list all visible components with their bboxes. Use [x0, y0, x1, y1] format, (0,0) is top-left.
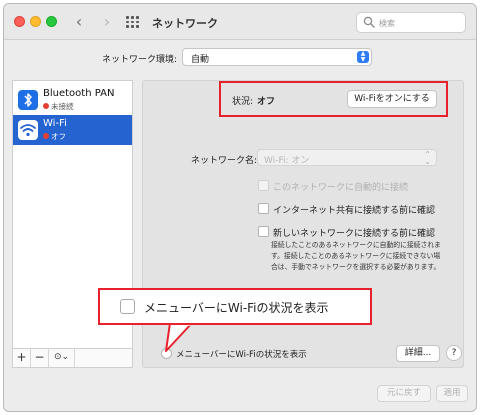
- location-value: 自動: [191, 55, 210, 65]
- status-highlight-box: [219, 81, 448, 117]
- callout-checkbox: [120, 299, 135, 314]
- search-input[interactable]: [379, 16, 459, 30]
- wifi-icon: [18, 120, 38, 140]
- ask-new-network-checkbox[interactable]: [258, 226, 269, 237]
- remove-service-button[interactable]: −: [31, 349, 49, 367]
- revert-button[interactable]: 元に戻す: [377, 385, 431, 402]
- ask-hotspot-checkbox[interactable]: [258, 203, 269, 214]
- service-name: Wi-Fi: [43, 118, 67, 129]
- service-list-toolbar: + − ⊙⌄: [12, 348, 133, 368]
- search-field[interactable]: [356, 12, 466, 33]
- add-service-button[interactable]: +: [13, 349, 31, 367]
- close-window-button[interactable]: [14, 16, 25, 27]
- zoomed-callout: メニューバーにWi-Fiの状況を表示: [98, 288, 372, 325]
- back-icon[interactable]: ‹: [69, 12, 89, 32]
- service-status: オフ: [51, 132, 66, 141]
- up-down-arrows-icon: ▲ ▼: [357, 51, 369, 63]
- service-item-wifi[interactable]: Wi-Fi オフ: [13, 115, 132, 145]
- zoom-window-button[interactable]: [46, 16, 57, 27]
- network-name-select[interactable]: Wi-Fi: オン ⌃ ⌄: [257, 149, 437, 166]
- bluetooth-icon: [18, 90, 38, 110]
- title-bar: ‹ › ネットワーク: [4, 4, 476, 40]
- location-label: ネットワーク環境:: [102, 55, 178, 65]
- advanced-button[interactable]: 詳細...: [396, 345, 440, 362]
- window-title: ネットワーク: [152, 17, 218, 30]
- service-name: Bluetooth PAN: [43, 88, 115, 99]
- ask-hotspot-label: インターネット共有に接続する前に確認: [273, 206, 436, 216]
- status-dot-icon: [43, 103, 49, 109]
- minimize-window-button[interactable]: [30, 16, 41, 27]
- service-item-bluetooth-pan[interactable]: Bluetooth PAN 未接続: [13, 85, 132, 115]
- status-dot-icon: [43, 133, 49, 139]
- network-name-value: Wi-Fi: オン: [264, 156, 310, 166]
- ask-new-network-label: 新しいネットワークに接続する前に確認: [273, 229, 436, 239]
- auto-join-label: このネットワークに自動的に接続: [273, 183, 409, 193]
- location-select[interactable]: 自動 ▲ ▼: [182, 48, 372, 66]
- ask-new-network-description: 接続したことのあるネットワークに自動的に接続されます。接続したことのあるネットワ…: [271, 241, 441, 271]
- apply-button[interactable]: 適用: [436, 385, 468, 402]
- service-status: 未接続: [51, 102, 74, 111]
- up-down-chevron-icon: ⌃ ⌄: [424, 150, 431, 166]
- action-menu-button[interactable]: ⊙⌄: [49, 349, 75, 367]
- forward-icon[interactable]: ›: [97, 12, 117, 32]
- help-button[interactable]: ?: [446, 345, 462, 361]
- search-icon: [363, 16, 375, 28]
- callout-pointer-arrow: [165, 323, 193, 352]
- callout-label: メニューバーにWi-Fiの状況を表示: [144, 301, 329, 315]
- show-all-grid-icon[interactable]: [126, 16, 140, 28]
- auto-join-checkbox[interactable]: [258, 180, 269, 191]
- network-name-label: ネットワーク名:: [191, 156, 258, 166]
